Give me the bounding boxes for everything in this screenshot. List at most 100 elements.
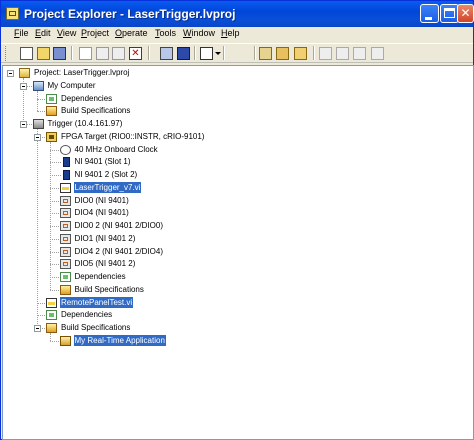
tree-item-label: Build Specifications: [74, 284, 144, 294]
computer-icon: [32, 80, 44, 91]
copy-icon[interactable]: [96, 47, 109, 60]
fpga-target-icon: [46, 131, 57, 142]
menu-view[interactable]: View: [57, 28, 76, 38]
tree-connector: [50, 162, 61, 164]
tree-item-label: My Computer: [47, 80, 96, 90]
add-files-icon[interactable]: [259, 47, 272, 60]
module-icon: [62, 170, 70, 180]
vi-icon: [46, 297, 57, 308]
remove-icon[interactable]: [294, 47, 307, 60]
toolbar: ✕: [1, 43, 473, 63]
collapse-toggle[interactable]: [33, 325, 41, 332]
tree-item-label: Trigger (10.4.161.97): [47, 119, 123, 128]
toolbar-grip[interactable]: [5, 46, 8, 61]
tree-item-label: My Real-Time Application: [72, 333, 167, 347]
menu-file[interactable]: File: [14, 28, 29, 38]
vi-icon: [59, 182, 71, 193]
dio-icon: [59, 195, 71, 206]
menu-label: dit: [41, 28, 51, 38]
toolbar-separator: [194, 46, 196, 60]
tree-connector: [36, 129, 39, 328]
paste-icon[interactable]: [112, 47, 125, 60]
close-icon: ✕: [460, 6, 471, 20]
rt-target-icon: [32, 119, 44, 129]
collapse-toggle[interactable]: [33, 133, 41, 141]
delete-icon[interactable]: ✕: [129, 47, 142, 60]
chevron-down-icon[interactable]: [215, 52, 221, 55]
menu-tools[interactable]: Tools: [155, 28, 176, 38]
menu-label: roject: [87, 28, 110, 38]
tree-item-label: NI 9401 (Slot 1): [74, 157, 131, 167]
cut-icon[interactable]: [79, 47, 92, 60]
toolbar-separator: [254, 46, 256, 60]
new-icon[interactable]: [20, 47, 33, 60]
rt-app-icon: [59, 335, 71, 346]
tree-item-label: DIO1 (NI 9401 2): [74, 233, 136, 243]
tree-connector: [50, 333, 52, 341]
toolbar-separator: [223, 46, 225, 60]
minimize-button[interactable]: [420, 4, 439, 23]
deploy-icon[interactable]: [177, 47, 190, 60]
menu-label: perate: [122, 28, 148, 38]
dio-icon: [59, 233, 71, 244]
open-icon[interactable]: [37, 47, 50, 60]
dependencies-icon: [46, 93, 57, 104]
add-folder-icon[interactable]: [276, 47, 289, 60]
menu-label: iew: [62, 28, 77, 38]
collapse-toggle[interactable]: [20, 121, 27, 128]
tree-item-label: DIO0 (NI 9401): [74, 195, 129, 205]
tree-connector: [36, 90, 39, 112]
dio-icon: [59, 259, 71, 270]
help-icon[interactable]: [353, 47, 366, 60]
build-specs-icon: [46, 323, 57, 333]
tree-item-label: DIO5 (NI 9401 2): [74, 259, 136, 269]
menu-operate[interactable]: Operate: [115, 28, 148, 38]
tree-item-label: 40 MHz Onboard Clock: [74, 144, 158, 154]
tree-item-label: DIO4 2 (NI 9401 2/DIO4): [74, 246, 163, 256]
menu-edit[interactable]: Edit: [35, 28, 51, 38]
redo-icon[interactable]: [336, 47, 349, 60]
save-all-icon[interactable]: [53, 47, 66, 60]
tree-item-label: DIO4 (NI 9401): [74, 208, 129, 218]
dependencies-icon: [59, 272, 71, 282]
build-icon[interactable]: [160, 47, 173, 60]
project-icon: [19, 68, 30, 78]
menu-help[interactable]: Help: [221, 28, 240, 38]
tree-connector: [50, 175, 61, 177]
project-explorer-window: Project Explorer - LaserTrigger.lvproj ✕…: [0, 0, 474, 440]
module-icon: [62, 157, 70, 168]
project-icon: [6, 7, 19, 20]
tree-item-label: Project: LaserTrigger.lvproj: [34, 68, 130, 77]
menu-project[interactable]: Project: [81, 28, 109, 38]
toolbar-separator: [71, 46, 73, 60]
undo-icon[interactable]: [319, 47, 332, 60]
dependencies-icon: [46, 310, 57, 321]
menu-bar: File Edit View Project Operate Tools Window Hel…: [1, 27, 473, 42]
tree-item-label: Build Specifications: [61, 323, 131, 332]
tree-item-label: Dependencies: [61, 310, 113, 320]
title-bar[interactable]: Project Explorer - LaserTrigger.lvproj ✕: [1, 1, 474, 27]
tree-item-label: Dependencies: [61, 93, 113, 103]
menu-mnemonic: O: [115, 28, 123, 38]
menu-label: ools: [159, 28, 177, 38]
toolbar-icon[interactable]: [371, 47, 384, 60]
menu-label: indow: [191, 28, 216, 38]
dio-icon: [59, 221, 71, 231]
tree-item-label: RemotePanelTest.vi: [58, 295, 135, 309]
tree-item-label: DIO0 2 (NI 9401 2/DIO0): [74, 221, 163, 230]
close-button[interactable]: ✕: [457, 4, 474, 23]
view-dropdown-icon[interactable]: [200, 47, 213, 60]
menu-window[interactable]: Window: [183, 28, 215, 38]
dio-icon: [59, 208, 71, 219]
tree-item-label: FPGA Target (RIO0::INSTR, cRIO-9101): [61, 131, 205, 141]
window-title: Project Explorer - LaserTrigger.lvproj: [24, 7, 236, 21]
menu-label: ile: [19, 28, 29, 38]
menu-mnemonic: W: [183, 28, 192, 38]
collapse-toggle[interactable]: [20, 82, 27, 90]
project-tree[interactable]: Project: LaserTrigger.lvproj My Computer D…: [2, 65, 474, 440]
tree-connector: [50, 149, 61, 152]
collapse-toggle[interactable]: [6, 70, 14, 77]
build-specs-icon: [46, 106, 57, 117]
menu-label: elp: [227, 28, 240, 38]
tree-item-label: NI 9401 2 (Slot 2): [74, 170, 138, 179]
